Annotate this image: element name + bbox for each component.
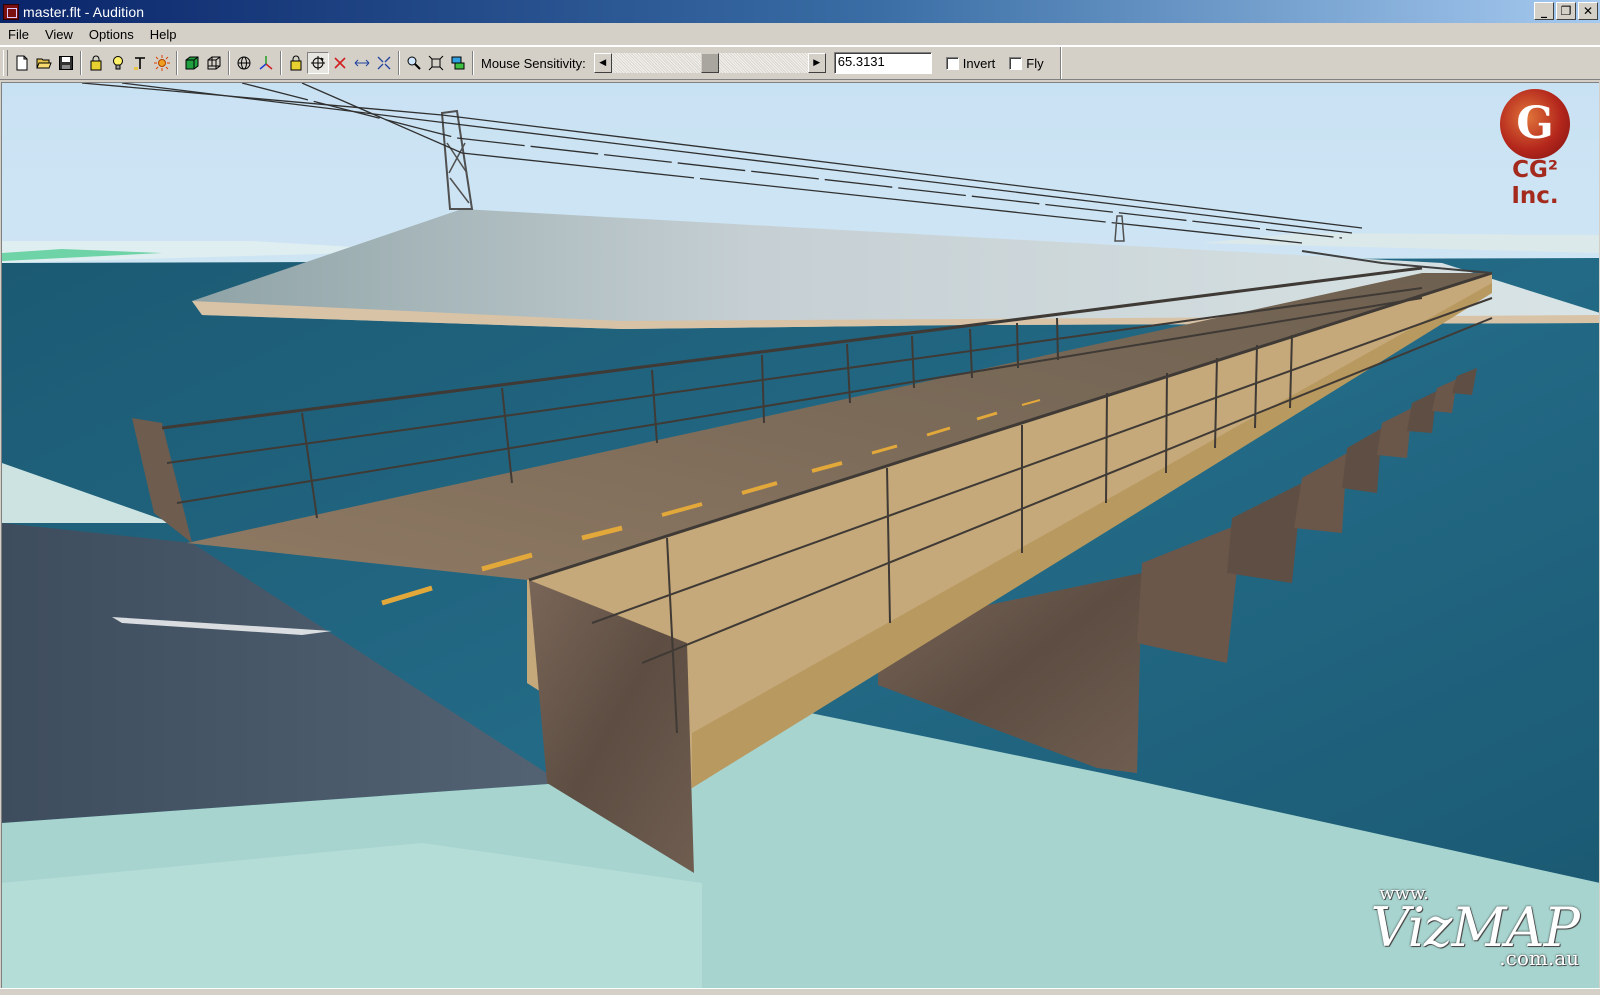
slider-left-arrow[interactable]: ◀: [593, 53, 612, 73]
zoom-icon[interactable]: [403, 52, 425, 74]
3d-viewport[interactable]: G CG² Inc. www. VizMAP .com.au: [1, 82, 1599, 988]
layers-icon[interactable]: [447, 52, 469, 74]
solid-cube-icon[interactable]: [181, 52, 203, 74]
cg2-logo-text: CG² Inc.: [1511, 157, 1559, 209]
toolbar-separator: [472, 51, 474, 75]
lock-icon[interactable]: [285, 52, 307, 74]
toolbar-separator: [280, 51, 282, 75]
close-button[interactable]: ✕: [1578, 2, 1598, 20]
light-bulb-icon[interactable]: [107, 52, 129, 74]
save-disk-icon[interactable]: [55, 52, 77, 74]
pan-icon[interactable]: [351, 52, 373, 74]
slider-right-arrow[interactable]: ▶: [807, 53, 826, 73]
invert-checkbox-box[interactable]: [945, 56, 959, 70]
vizmap-watermark: www. VizMAP .com.au: [1370, 883, 1580, 970]
fly-label: Fly: [1026, 55, 1044, 71]
invert-label: Invert: [962, 55, 996, 71]
fit-view-icon[interactable]: [425, 52, 447, 74]
collapse-icon[interactable]: [373, 52, 395, 74]
fly-checkbox-box[interactable]: [1009, 56, 1023, 70]
menu-view[interactable]: View: [37, 27, 81, 42]
toolbar-separator: [80, 51, 82, 75]
rotate-view-icon[interactable]: [307, 52, 329, 74]
slider-thumb[interactable]: [700, 53, 719, 73]
toolbar-separator: [176, 51, 178, 75]
menu-bar: File View Options Help: [0, 23, 1600, 46]
text-tool-icon[interactable]: [129, 52, 151, 74]
wireframe-cube-icon[interactable]: [203, 52, 225, 74]
lock-icon[interactable]: [85, 52, 107, 74]
slider-track[interactable]: [611, 53, 808, 73]
menu-file[interactable]: File: [0, 27, 37, 42]
toolbar-end: [1059, 47, 1062, 79]
sensitivity-value-field[interactable]: 65.3131: [833, 52, 932, 74]
toolbar-separator: [228, 51, 230, 75]
mouse-sensitivity-label: Mouse Sensitivity:: [481, 55, 586, 71]
invert-checkbox[interactable]: Invert: [945, 55, 996, 71]
watermark-main: VizMAP: [1370, 896, 1580, 959]
window-title: master.flt - Audition: [23, 3, 145, 20]
window-controls: _ ❐ ✕: [1532, 2, 1598, 20]
fly-checkbox[interactable]: Fly: [1009, 55, 1044, 71]
sun-light-icon[interactable]: [151, 52, 173, 74]
toolbar-grip[interactable]: [3, 50, 8, 76]
minimize-button[interactable]: _: [1534, 2, 1554, 20]
new-file-icon[interactable]: [11, 52, 33, 74]
toolbar: Mouse Sensitivity: ◀ ▶ 65.3131 Invert Fl…: [0, 46, 1600, 80]
restore-button[interactable]: ❐: [1556, 2, 1576, 20]
cg2-logo-mark: G: [1500, 89, 1570, 159]
title-bar: master.flt - Audition _ ❐ ✕: [0, 0, 1600, 23]
status-strip: [0, 988, 1600, 995]
axes-icon[interactable]: [255, 52, 277, 74]
delete-icon[interactable]: [329, 52, 351, 74]
toolbar-separator: [398, 51, 400, 75]
mouse-sensitivity-slider[interactable]: ◀ ▶: [593, 52, 826, 74]
menu-help[interactable]: Help: [142, 27, 185, 42]
open-folder-icon[interactable]: [33, 52, 55, 74]
menu-options[interactable]: Options: [81, 27, 142, 42]
globe-icon[interactable]: [233, 52, 255, 74]
audition-app-icon[interactable]: [3, 3, 19, 20]
bridge-scene: [2, 83, 1599, 988]
cg2-logo: G CG² Inc.: [1485, 89, 1585, 209]
